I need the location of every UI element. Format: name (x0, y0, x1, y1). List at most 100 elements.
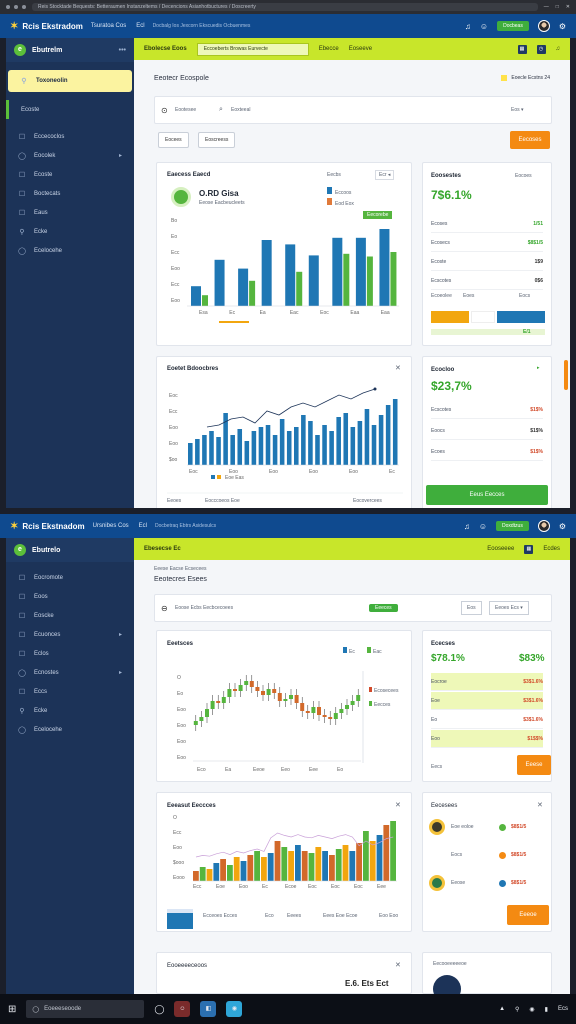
toolbar-link[interactable]: Eoseeve (349, 46, 372, 52)
sidebar-item[interactable]: ◯ Ecelocehe (6, 720, 134, 739)
stat-row: Ecoes $1$% (431, 443, 543, 461)
chevron-right-icon[interactable]: ▸ (537, 365, 540, 371)
app-icon[interactable]: ◉ (226, 1001, 243, 1017)
app-icon[interactable]: ◧ (200, 1001, 217, 1017)
filter-input[interactable]: Eoxteeal (231, 107, 250, 113)
toolbar-search-input[interactable]: Eccoeberts Browas Eurvecte (196, 42, 309, 56)
minimize-icon[interactable]: — (544, 4, 549, 10)
filter-input[interactable]: Eoose Ecbs Eecbcecoees (175, 605, 233, 611)
more-icon[interactable]: ••• (119, 47, 126, 54)
sidebar-item-label: Toxoneolin (36, 78, 68, 84)
sidebar-item[interactable]: ☐ Eoscke (6, 606, 134, 625)
menu-icon: ☐ (18, 574, 26, 582)
secondary-button[interactable]: Eoscreess (198, 132, 236, 148)
header-action-button[interactable]: Docbeas (497, 21, 529, 31)
sidebar-item[interactable]: ⚲ Ecke (6, 701, 134, 720)
app-icon[interactable]: ☺ (174, 1001, 191, 1017)
search-input[interactable]: Eootesee (175, 107, 196, 113)
header-action-button[interactable]: Doxdtzus (495, 521, 529, 531)
bell-icon[interactable]: ♫ (464, 522, 470, 531)
taskbar-search[interactable]: ◯ Eoeeeseoode (26, 1000, 145, 1018)
close-icon[interactable]: ✕ (566, 4, 570, 10)
thumbnail[interactable] (167, 909, 193, 929)
sidebar-item[interactable]: ☐ Ecuonces ▸ (6, 625, 134, 644)
apply-chip[interactable]: Eeeces (369, 604, 398, 612)
grid-icon[interactable]: ▦ (524, 544, 534, 554)
candle-body (311, 707, 316, 713)
primary-button[interactable]: Eecoses (510, 131, 550, 149)
bell-icon[interactable]: ♫ (465, 22, 471, 31)
sidebar-item[interactable]: ☐ Eccecoclos (6, 127, 134, 146)
nav-item[interactable]: Ecl (136, 23, 144, 29)
candle-body (345, 705, 349, 709)
task-view-icon[interactable]: ◯ (154, 1004, 164, 1015)
calendar-icon[interactable]: ◷ (536, 44, 546, 54)
secondary-button[interactable]: Eocees (158, 132, 189, 148)
search-icon[interactable]: ⊖ (161, 604, 168, 613)
sidebar-item[interactable]: ☐ Eclos (6, 644, 134, 663)
card-menu[interactable]: Eocoes (515, 173, 532, 179)
combo-chart: Eooo $ooo Eoo Ecc O Ecc Eoe Eoo Ec Ecoe Eoc Eoc Eoc E… (173, 815, 397, 890)
filter-select[interactable]: Eeoes Ecs ▾ (489, 601, 529, 615)
taskbar: ⊞ ◯ Eoeeeseoode ◯ ☺ ◧ ◉ ▲ ⚲ ◉ ▮ Ecs (0, 994, 576, 1024)
sidebar-item-label: Eccecoclos (34, 133, 65, 140)
sidebar-item[interactable]: ☐ Eccs (6, 682, 134, 701)
nav-item[interactable]: Ecl (139, 523, 147, 529)
clock[interactable]: Ecs (558, 1006, 568, 1012)
main-content: Ebesecse Ec Eooseeee ▦ Ecdes Eeese Eacse… (134, 538, 570, 994)
footer-label[interactable]: Eocovercees (353, 498, 382, 504)
toolbar-link[interactable]: Ebecce (319, 46, 339, 52)
tray-battery-icon[interactable]: ▮ (545, 1006, 548, 1013)
tray-volume-icon[interactable]: ◉ (529, 1006, 534, 1013)
sidebar-item[interactable]: ◯ Eocolek ▸ (6, 146, 134, 165)
sidebar-item[interactable]: ☐ Eoos (6, 587, 134, 606)
address-bar[interactable]: Reis Stocktade Bequests: Betteraumen Ins… (32, 3, 538, 11)
avatar[interactable] (537, 20, 550, 32)
sidebar-item-label: Eclos (34, 650, 49, 657)
filter-select[interactable]: Eos ▾ (511, 107, 524, 113)
primary-button[interactable]: Eeeoe (507, 905, 549, 925)
filter-button[interactable]: Eos (461, 601, 482, 615)
sidebar-item[interactable]: ⚲ Ecke (6, 222, 134, 241)
sidebar-item[interactable]: ☐ Eaus (6, 203, 134, 222)
close-icon[interactable]: ✕ (395, 961, 401, 969)
app-logo[interactable]: ✶ Rcis Ekstradom (10, 21, 83, 32)
chevron-right-icon[interactable]: ▸ (119, 669, 122, 676)
nav-item[interactable]: Ursnibes Cos (93, 523, 129, 529)
toolbar-link[interactable]: Eooseeee (487, 546, 514, 552)
chevron-right-icon[interactable]: ▸ (119, 631, 122, 638)
app-logo[interactable]: ✶ Rcis Ekstnadom (10, 521, 85, 532)
filter-icon[interactable]: ⌕ (219, 106, 223, 114)
scrollbar-thumb[interactable] (564, 360, 568, 390)
sidebar-item-selected[interactable]: Ecoste (6, 100, 134, 119)
sidebar-item[interactable]: ☐ Boctecats (6, 184, 134, 203)
close-icon[interactable]: ✕ (537, 801, 543, 809)
toolbar-link[interactable]: Ecdes (543, 546, 560, 552)
x-tick-label: Eoc (308, 884, 317, 890)
windows-icon[interactable]: ⊞ (8, 1004, 16, 1015)
sidebar-item[interactable]: ◯ Ecnostes ▸ (6, 663, 134, 682)
bar-line-chart: $ooEooEooEccEocEoc Eoo Eoo Eoo Eoo EcEoe Eas (167, 387, 403, 494)
search-icon[interactable]: ⊙ (161, 106, 168, 115)
chevron-right-icon[interactable]: ▸ (119, 152, 122, 159)
bar (238, 268, 249, 306)
grid-icon[interactable]: ▦ (517, 44, 527, 54)
user-icon[interactable]: ☺ (480, 22, 488, 31)
sidebar-item[interactable]: ☐ Ecoste (6, 165, 134, 184)
bell-icon[interactable]: ♫ (556, 46, 561, 52)
primary-button[interactable]: Eeese (517, 755, 551, 775)
user-icon[interactable]: ☺ (479, 522, 487, 531)
primary-button[interactable]: Eeus Eecces (426, 485, 548, 505)
sidebar-item[interactable]: ◯ Ecelocehe (6, 241, 134, 260)
x-tick-label: Eoo (269, 469, 278, 475)
sidebar-item[interactable]: ☐ Eocromote (6, 568, 134, 587)
sidebar-item-active[interactable]: ⚲ Toxoneolin (8, 70, 132, 92)
settings-icon[interactable]: ⚙ (559, 22, 566, 31)
tray-up-icon[interactable]: ▲ (499, 1006, 505, 1012)
settings-icon[interactable]: ⚙ (559, 522, 566, 531)
avatar[interactable] (537, 520, 550, 532)
window-controls[interactable]: — □ ✕ (544, 4, 570, 10)
maximize-icon[interactable]: □ (556, 4, 559, 10)
tray-network-icon[interactable]: ⚲ (515, 1006, 519, 1013)
nav-item[interactable]: Tsuratoa Cos (91, 23, 126, 29)
